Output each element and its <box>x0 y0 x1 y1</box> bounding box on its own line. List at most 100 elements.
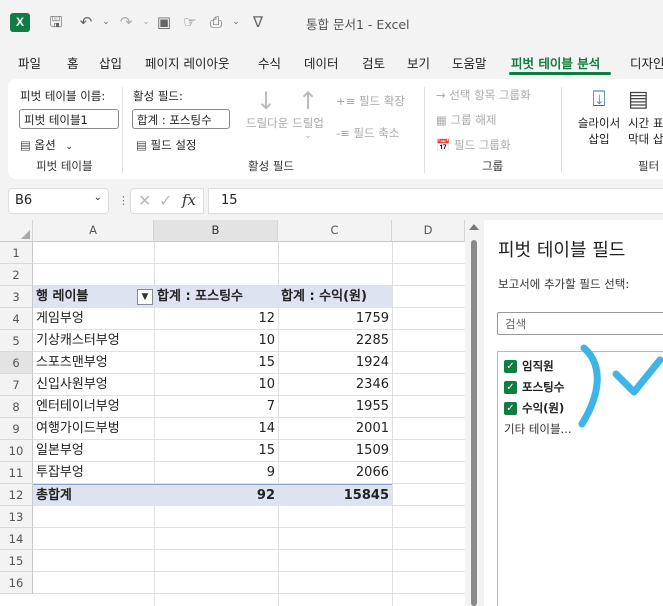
pivot-row-label[interactable]: 게임부엉 <box>33 308 154 330</box>
field-item-revenue[interactable]: ✓ 수익(원) <box>504 400 564 416</box>
form-icon[interactable]: ▣ <box>154 12 174 32</box>
row-header[interactable]: 6 <box>0 352 33 374</box>
pivot-value-posts[interactable]: 15 <box>154 352 278 374</box>
more-options-icon[interactable]: ⋮ <box>118 194 129 207</box>
redo-dropdown-icon[interactable]: ⌄ <box>136 12 156 32</box>
pivot-value-revenue[interactable]: 1509 <box>278 440 392 462</box>
column-header-a[interactable]: A <box>33 220 154 242</box>
expand-field-button[interactable]: +≡ 필드 확장 <box>336 93 405 109</box>
tab-design[interactable]: 디자인 <box>630 53 663 72</box>
pivot-total-revenue[interactable]: 15845 <box>278 484 392 506</box>
group-selection-button[interactable]: → 선택 항목 그룹화 <box>436 87 531 103</box>
insert-slicer-button[interactable]: ⍗ 슬라이서 삽입 <box>572 85 626 147</box>
row-header[interactable]: 9 <box>0 418 33 440</box>
collapse-field-button[interactable]: -≡ 필드 축소 <box>336 125 399 141</box>
column-header-b[interactable]: B <box>154 220 278 242</box>
save-icon[interactable]: 🖫 <box>46 12 66 32</box>
ungroup-button[interactable]: ▦ 그룹 해제 <box>436 112 497 128</box>
print-icon[interactable]: ⎙ <box>206 12 226 32</box>
pivot-name-input[interactable]: 피벗 테이블1 <box>19 109 119 129</box>
row-header[interactable]: 2 <box>0 264 33 286</box>
pivot-row-label[interactable]: 투잡부엉 <box>33 462 154 484</box>
select-all-corner[interactable] <box>0 220 33 242</box>
row-header[interactable]: 4 <box>0 308 33 330</box>
row-header[interactable]: 13 <box>0 506 33 528</box>
tab-data[interactable]: 데이터 <box>304 53 339 72</box>
tab-formulas[interactable]: 수식 <box>258 53 281 72</box>
group-field-button[interactable]: 📅 필드 그룹화 <box>436 137 511 153</box>
drill-down-button[interactable]: ↓ 드릴다운 <box>246 87 288 131</box>
scroll-up-icon[interactable] <box>469 224 479 230</box>
column-header-d[interactable]: D <box>392 220 465 242</box>
tab-review[interactable]: 검토 <box>362 53 385 72</box>
pivot-value-posts[interactable]: 10 <box>154 374 278 396</box>
pivot-row-label[interactable]: 기상캐스터부엉 <box>33 330 154 352</box>
checkbox-checked-icon[interactable]: ✓ <box>504 401 517 415</box>
field-settings-button[interactable]: ▤ 필드 설정 <box>136 137 197 153</box>
pivot-value-revenue[interactable]: 2285 <box>278 330 392 352</box>
insert-timeline-button[interactable]: ▤ 시간 표 막대 삽 <box>628 85 663 147</box>
pivot-value-posts[interactable]: 10 <box>154 330 278 352</box>
row-header[interactable]: 15 <box>0 550 33 572</box>
check-icon[interactable]: ✓ <box>159 191 172 210</box>
pivot-value-revenue[interactable]: 1955 <box>278 396 392 418</box>
touch-mode-icon[interactable]: ☞ <box>180 12 200 32</box>
pivot-row-label[interactable]: 여행가이드부벙 <box>33 418 154 440</box>
chevron-down-icon[interactable]: ⌄ <box>94 192 102 203</box>
checkbox-checked-icon[interactable]: ✓ <box>504 359 517 373</box>
active-field-input[interactable]: 합계 : 포스팅수 <box>132 109 230 129</box>
row-header[interactable]: 3 <box>0 286 33 308</box>
pivot-header-sum-posts[interactable]: 합계 : 포스팅수 <box>154 286 278 308</box>
pivot-row-label[interactable]: 신입사원부엉 <box>33 374 154 396</box>
drill-up-button[interactable]: ↑ 드릴업 ⌄ <box>290 87 326 141</box>
pivot-row-label[interactable]: 스포츠맨부엉 <box>33 352 154 374</box>
fx-icon[interactable]: fx <box>182 191 196 209</box>
pivot-header-sum-revenue[interactable]: 합계 : 수익(원) <box>278 286 392 308</box>
customize-toolbar-icon[interactable]: ∇ <box>248 12 268 32</box>
cancel-icon[interactable]: ✕ <box>138 191 151 210</box>
name-box[interactable]: B6 ⌄ <box>8 188 109 214</box>
row-header[interactable]: 16 <box>0 572 33 594</box>
row-header[interactable]: 10 <box>0 440 33 462</box>
pivot-row-label[interactable]: 일본부엉 <box>33 440 154 462</box>
scroll-thumb[interactable] <box>471 240 477 606</box>
row-header[interactable]: 5 <box>0 330 33 352</box>
row-header[interactable]: 14 <box>0 528 33 550</box>
tab-view[interactable]: 보기 <box>407 53 430 72</box>
row-header[interactable]: 1 <box>0 242 33 264</box>
pivot-value-revenue[interactable]: 1759 <box>278 308 392 330</box>
pivot-value-revenue[interactable]: 2346 <box>278 374 392 396</box>
pivot-value-posts[interactable]: 7 <box>154 396 278 418</box>
formula-input[interactable]: 15 <box>208 188 663 214</box>
row-header[interactable]: 12 <box>0 484 33 506</box>
undo-icon[interactable]: ↶ <box>76 12 96 32</box>
tab-page-layout[interactable]: 페이지 레이아웃 <box>145 53 229 72</box>
pivot-row-label[interactable]: 엔터테이너부엉 <box>33 396 154 418</box>
pivot-value-posts[interactable]: 14 <box>154 418 278 440</box>
pivot-row-label-header[interactable]: 행 레이블 ▼ <box>33 286 154 308</box>
field-item-posts[interactable]: ✓ 포스팅수 <box>504 379 564 395</box>
tab-help[interactable]: 도움말 <box>452 53 487 72</box>
tab-insert[interactable]: 삽입 <box>99 53 122 72</box>
pivot-value-posts[interactable]: 15 <box>154 440 278 462</box>
pivot-value-posts[interactable]: 9 <box>154 462 278 484</box>
column-header-c[interactable]: C <box>278 220 392 242</box>
pivot-value-revenue[interactable]: 2001 <box>278 418 392 440</box>
pivot-value-posts[interactable]: 12 <box>154 308 278 330</box>
checkbox-checked-icon[interactable]: ✓ <box>504 380 517 394</box>
row-header[interactable]: 7 <box>0 374 33 396</box>
row-header[interactable]: 8 <box>0 396 33 418</box>
vertical-scrollbar[interactable] <box>465 220 483 606</box>
spreadsheet-grid[interactable]: A B C D 1 2 3 4 5 6 7 8 9 10 11 12 13 14… <box>0 220 465 606</box>
pivot-value-revenue[interactable]: 2066 <box>278 462 392 484</box>
pivot-value-revenue[interactable]: 1924 <box>278 352 392 374</box>
pivot-total-posts[interactable]: 92 <box>154 484 278 506</box>
field-item-employee[interactable]: ✓ 임직원 <box>504 358 554 374</box>
redo-icon[interactable]: ↷ <box>116 12 136 32</box>
undo-dropdown-icon[interactable]: ⌄ <box>96 12 116 32</box>
pivot-total-label[interactable]: 총합계 <box>33 484 154 506</box>
options-button[interactable]: ▤ 옵션 ⌄ <box>20 137 73 153</box>
field-search-input[interactable]: 검색 <box>497 312 663 335</box>
tab-pivot-analyze[interactable]: 피벗 테이블 분석 <box>511 53 600 72</box>
filter-dropdown-icon[interactable]: ▼ <box>137 289 153 305</box>
